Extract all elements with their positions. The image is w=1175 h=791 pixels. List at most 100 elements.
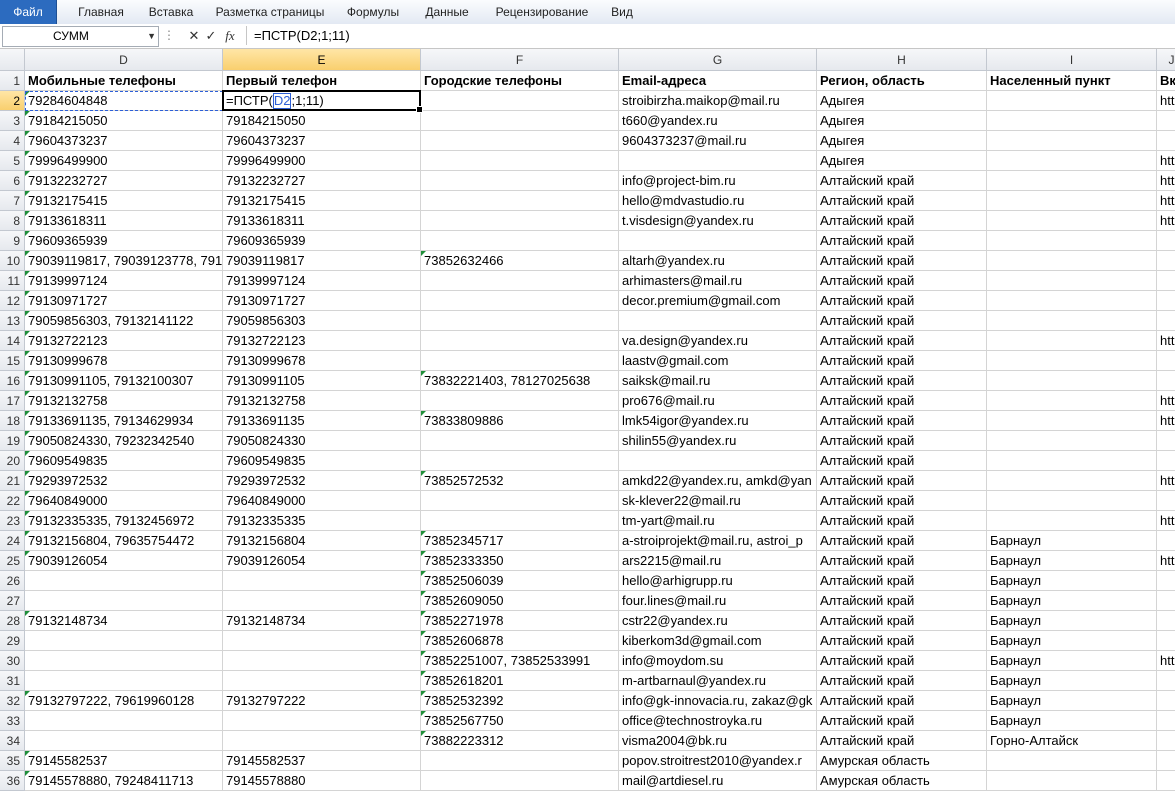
cell-D5[interactable]: 79996499900 <box>25 151 223 171</box>
tab-3[interactable]: Разметка страницы <box>212 0 328 24</box>
cell-H19[interactable]: Алтайский край <box>817 431 987 451</box>
cell-F29[interactable]: 73852606878 <box>421 631 619 651</box>
cell-D12[interactable]: 79130971727 <box>25 291 223 311</box>
cell-J3[interactable] <box>1157 111 1175 131</box>
cell-J21[interactable]: htt <box>1157 471 1175 491</box>
cell-F35[interactable] <box>421 751 619 771</box>
cell-J25[interactable]: htt <box>1157 551 1175 571</box>
cell-G31[interactable]: m-artbarnaul@yandex.ru <box>619 671 817 691</box>
cell-E9[interactable]: 79609365939 <box>223 231 421 251</box>
cell-I29[interactable]: Барнаул <box>987 631 1157 651</box>
cell-I21[interactable] <box>987 471 1157 491</box>
cell-H34[interactable]: Алтайский край <box>817 731 987 751</box>
cell-G11[interactable]: arhimasters@mail.ru <box>619 271 817 291</box>
cell-D6[interactable]: 79132232727 <box>25 171 223 191</box>
cell-F21[interactable]: 73852572532 <box>421 471 619 491</box>
row-header[interactable]: 33 <box>0 711 25 731</box>
cell-J28[interactable] <box>1157 611 1175 631</box>
column-header-D[interactable]: D <box>25 49 223 71</box>
tab-5[interactable]: Данные <box>419 0 475 24</box>
cell-H11[interactable]: Алтайский край <box>817 271 987 291</box>
cell-D34[interactable] <box>25 731 223 751</box>
cell-F5[interactable] <box>421 151 619 171</box>
row-header[interactable]: 18 <box>0 411 25 431</box>
cell-E3[interactable]: 79184215050 <box>223 111 421 131</box>
row-header[interactable]: 25 <box>0 551 25 571</box>
cell-J30[interactable]: htt <box>1157 651 1175 671</box>
cell-I22[interactable] <box>987 491 1157 511</box>
row-header[interactable]: 20 <box>0 451 25 471</box>
cell-D24[interactable]: 79132156804, 79635754472 <box>25 531 223 551</box>
cell-F18[interactable]: 73833809886 <box>421 411 619 431</box>
cell-E5[interactable]: 79996499900 <box>223 151 421 171</box>
cell-E27[interactable] <box>223 591 421 611</box>
cell-D36[interactable]: 79145578880, 79248411713 <box>25 771 223 791</box>
cell-J13[interactable] <box>1157 311 1175 331</box>
cell-J9[interactable] <box>1157 231 1175 251</box>
cell-G23[interactable]: tm-yart@mail.ru <box>619 511 817 531</box>
cell-J36[interactable] <box>1157 771 1175 791</box>
cell-H32[interactable]: Алтайский край <box>817 691 987 711</box>
cell-H16[interactable]: Алтайский край <box>817 371 987 391</box>
cell-J20[interactable] <box>1157 451 1175 471</box>
cell-D18[interactable]: 79133691135, 79134629934 <box>25 411 223 431</box>
cell-D23[interactable]: 79132335335, 79132456972 <box>25 511 223 531</box>
cell-I2[interactable] <box>987 91 1157 111</box>
cell-H25[interactable]: Алтайский край <box>817 551 987 571</box>
cell-H27[interactable]: Алтайский край <box>817 591 987 611</box>
cell-D21[interactable]: 79293972532 <box>25 471 223 491</box>
cell-E32[interactable]: 79132797222 <box>223 691 421 711</box>
cell-J22[interactable] <box>1157 491 1175 511</box>
cell-I3[interactable] <box>987 111 1157 131</box>
row-header[interactable]: 3 <box>0 111 25 131</box>
cell-E20[interactable]: 79609549835 <box>223 451 421 471</box>
cell-I31[interactable]: Барнаул <box>987 671 1157 691</box>
cell-E12[interactable]: 79130971727 <box>223 291 421 311</box>
cell-J15[interactable] <box>1157 351 1175 371</box>
tab-1[interactable]: Главная <box>71 0 131 24</box>
cell-G30[interactable]: info@moydom.su <box>619 651 817 671</box>
cell-F17[interactable] <box>421 391 619 411</box>
cell-F36[interactable] <box>421 771 619 791</box>
cell-F24[interactable]: 73852345717 <box>421 531 619 551</box>
cell-I24[interactable]: Барнаул <box>987 531 1157 551</box>
row-header[interactable]: 4 <box>0 131 25 151</box>
cell-E8[interactable]: 79133618311 <box>223 211 421 231</box>
cell-J24[interactable] <box>1157 531 1175 551</box>
cell-I27[interactable]: Барнаул <box>987 591 1157 611</box>
cell-G8[interactable]: t.visdesign@yandex.ru <box>619 211 817 231</box>
row-header[interactable]: 16 <box>0 371 25 391</box>
row-header[interactable]: 5 <box>0 151 25 171</box>
cell-I6[interactable] <box>987 171 1157 191</box>
cell-J23[interactable]: htt <box>1157 511 1175 531</box>
cell-H28[interactable]: Алтайский край <box>817 611 987 631</box>
cell-G14[interactable]: va.design@yandex.ru <box>619 331 817 351</box>
cell-E21[interactable]: 79293972532 <box>223 471 421 491</box>
cell-D4[interactable]: 79604373237 <box>25 131 223 151</box>
cell-F15[interactable] <box>421 351 619 371</box>
cell-H4[interactable]: Адыгея <box>817 131 987 151</box>
cell-I5[interactable] <box>987 151 1157 171</box>
column-header-F[interactable]: F <box>421 49 619 71</box>
cell-D30[interactable] <box>25 651 223 671</box>
cell-I13[interactable] <box>987 311 1157 331</box>
cell-I4[interactable] <box>987 131 1157 151</box>
row-header[interactable]: 31 <box>0 671 25 691</box>
tab-6[interactable]: Рецензирование <box>489 0 595 24</box>
cell-H7[interactable]: Алтайский край <box>817 191 987 211</box>
row-header[interactable]: 30 <box>0 651 25 671</box>
cell-I34[interactable]: Горно-Алтайск <box>987 731 1157 751</box>
cell-I30[interactable]: Барнаул <box>987 651 1157 671</box>
column-header-J[interactable]: J <box>1157 49 1175 71</box>
row-header[interactable]: 13 <box>0 311 25 331</box>
cell-H17[interactable]: Алтайский край <box>817 391 987 411</box>
drag-handle-icon[interactable]: ⋮ <box>163 28 175 44</box>
cell-J1[interactable]: Вк <box>1157 71 1175 91</box>
cell-E1[interactable]: Первый телефон <box>223 71 421 91</box>
cell-G18[interactable]: lmk54igor@yandex.ru <box>619 411 817 431</box>
cell-J2[interactable]: htt <box>1157 91 1175 111</box>
cell-G7[interactable]: hello@mdvastudio.ru <box>619 191 817 211</box>
cell-I12[interactable] <box>987 291 1157 311</box>
cell-I25[interactable]: Барнаул <box>987 551 1157 571</box>
cell-I15[interactable] <box>987 351 1157 371</box>
